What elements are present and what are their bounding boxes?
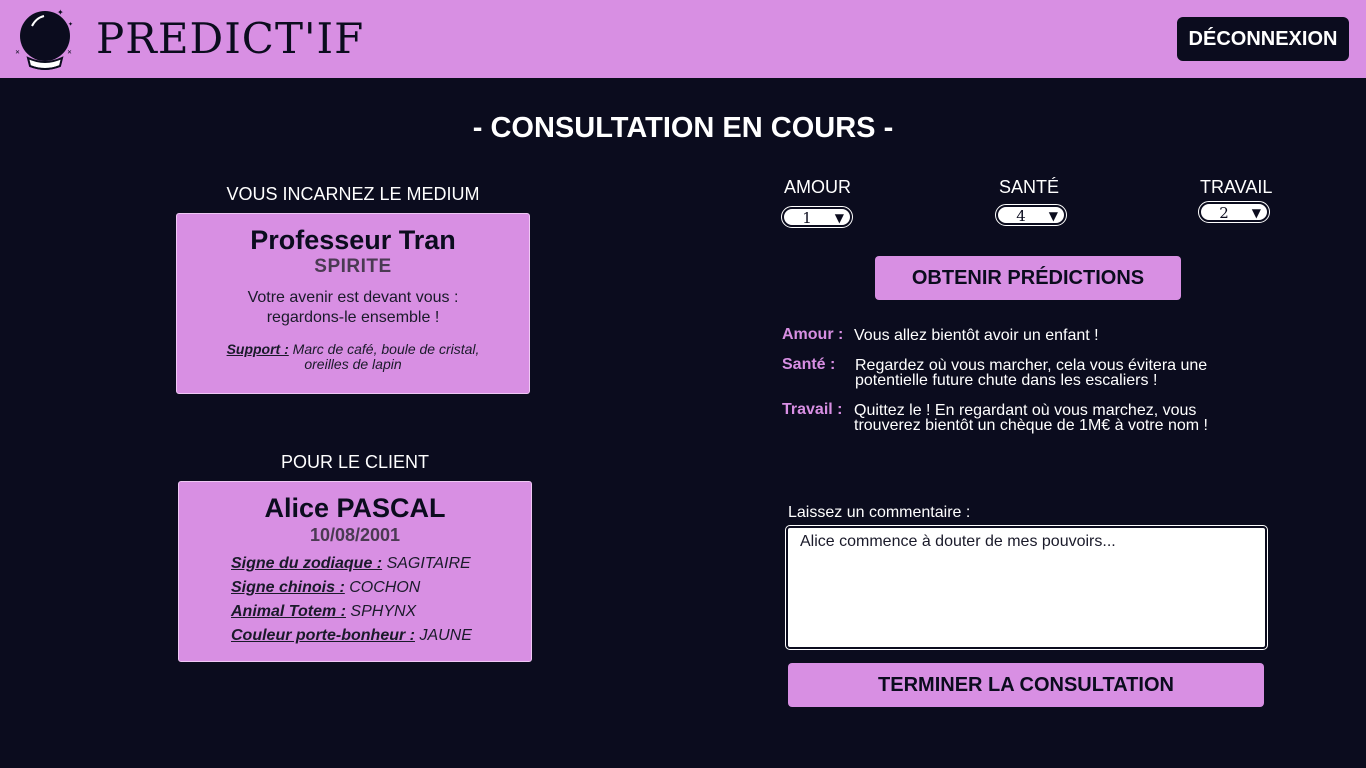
chinese-sign-value: COCHON: [349, 579, 421, 596]
lucky-color-value: JAUNE: [419, 627, 472, 644]
support-text: Marc de café, boule de cristal,: [292, 341, 480, 357]
prediction-amour-text: Vous allez bientôt avoir un enfant !: [854, 327, 1264, 344]
prediction-sante-label: Santé :: [782, 356, 836, 373]
chevron-down-icon: ▼: [834, 211, 844, 225]
travail-rating-label: TRAVAIL: [1200, 177, 1273, 197]
comment-label: Laissez un commentaire :: [788, 504, 971, 521]
amour-rating-label: AMOUR: [784, 177, 851, 197]
svg-text:✦: ✦: [57, 8, 64, 17]
crystal-ball-icon: ✦ ✦ ✕ ✕: [15, 8, 73, 70]
logout-button[interactable]: DÉCONNEXION: [1177, 17, 1349, 61]
sante-rating-select[interactable]: 4 ▼: [995, 204, 1067, 226]
prediction-travail-text: Quittez le ! En regardant où vous marche…: [854, 402, 1264, 434]
svg-text:✕: ✕: [67, 50, 72, 56]
client-section-label: POUR LE CLIENT: [280, 452, 430, 472]
travail-rating-select[interactable]: 2 ▼: [1198, 201, 1270, 223]
svg-text:✕: ✕: [15, 50, 20, 56]
medium-support: Support : Marc de café, boule de cristal…: [177, 342, 529, 372]
lucky-color-label: Couleur porte-bonheur :: [231, 627, 415, 644]
sante-rating-label: SANTÉ: [999, 177, 1060, 197]
medium-name: Professeur Tran: [250, 225, 456, 255]
prediction-travail-line1: Quittez le ! En regardant où vous marche…: [854, 402, 1197, 419]
chinese-sign-label: Signe chinois :: [231, 579, 345, 596]
medium-card: Professeur Tran SPIRITE Votre avenir est…: [176, 213, 530, 394]
medium-section-label: VOUS INCARNEZ LE MEDIUM: [226, 184, 480, 204]
amour-rating-value: 1: [802, 209, 812, 227]
chevron-down-icon: ▼: [1251, 206, 1261, 220]
client-zodiac-row: Signe du zodiaque : SAGITAIRE: [231, 552, 531, 576]
zodiac-label: Signe du zodiaque :: [231, 555, 383, 572]
prediction-travail-label: Travail :: [782, 401, 843, 418]
client-color-row: Couleur porte-bonheur : JAUNE: [231, 624, 531, 648]
totem-value: SPHYNX: [350, 603, 417, 620]
client-chinese-row: Signe chinois : COCHON: [231, 576, 531, 600]
medium-type: SPIRITE: [314, 256, 392, 277]
client-totem-row: Animal Totem : SPHYNX: [231, 600, 531, 624]
svg-text:✦: ✦: [68, 21, 73, 28]
zodiac-value: SAGITAIRE: [386, 555, 471, 572]
prediction-sante-text: Regardez où vous marcher, cela vous évit…: [855, 357, 1265, 389]
medium-quote-line1: Votre avenir est devant vous :: [247, 289, 459, 306]
prediction-travail-line2: trouverez bientôt un chèque de 1M€ à vot…: [854, 417, 1208, 434]
get-predictions-button[interactable]: OBTENIR PRÉDICTIONS: [875, 256, 1181, 300]
client-birthdate: 10/08/2001: [309, 525, 401, 545]
prediction-amour-label: Amour :: [782, 326, 844, 343]
medium-quote: Votre avenir est devant vous : regardons…: [177, 288, 529, 328]
prediction-sante-line2: potentielle future chute dans les escali…: [855, 372, 1158, 389]
end-consultation-button[interactable]: TERMINER LA CONSULTATION: [788, 663, 1264, 707]
client-card: Alice PASCAL 10/08/2001 Signe du zodiaqu…: [178, 481, 532, 662]
client-name: Alice PASCAL: [264, 493, 446, 523]
sante-rating-value: 4: [1016, 207, 1026, 225]
travail-rating-value: 2: [1219, 204, 1229, 222]
prediction-amour-line: Vous allez bientôt avoir un enfant !: [854, 327, 1099, 344]
client-details: Signe du zodiaque : SAGITAIRE Signe chin…: [231, 552, 531, 648]
support-label: Support :: [226, 341, 289, 357]
chevron-down-icon: ▼: [1048, 209, 1058, 223]
comment-input[interactable]: Alice commence à douter de mes pouvoirs.…: [785, 525, 1268, 650]
totem-label: Animal Totem :: [231, 603, 346, 620]
page-title: - CONSULTATION EN COURS -: [472, 112, 894, 144]
prediction-sante-line1: Regardez où vous marcher, cela vous évit…: [855, 357, 1208, 374]
medium-quote-line2: regardons-le ensemble !: [266, 309, 440, 326]
top-bar: ✦ ✦ ✕ ✕ PREDICT'IF DÉCONNEXION: [0, 0, 1366, 78]
amour-rating-select[interactable]: 1 ▼: [781, 206, 853, 228]
support-text-line2: oreilles de lapin: [304, 356, 402, 372]
app-brand: PREDICT'IF: [96, 14, 365, 63]
